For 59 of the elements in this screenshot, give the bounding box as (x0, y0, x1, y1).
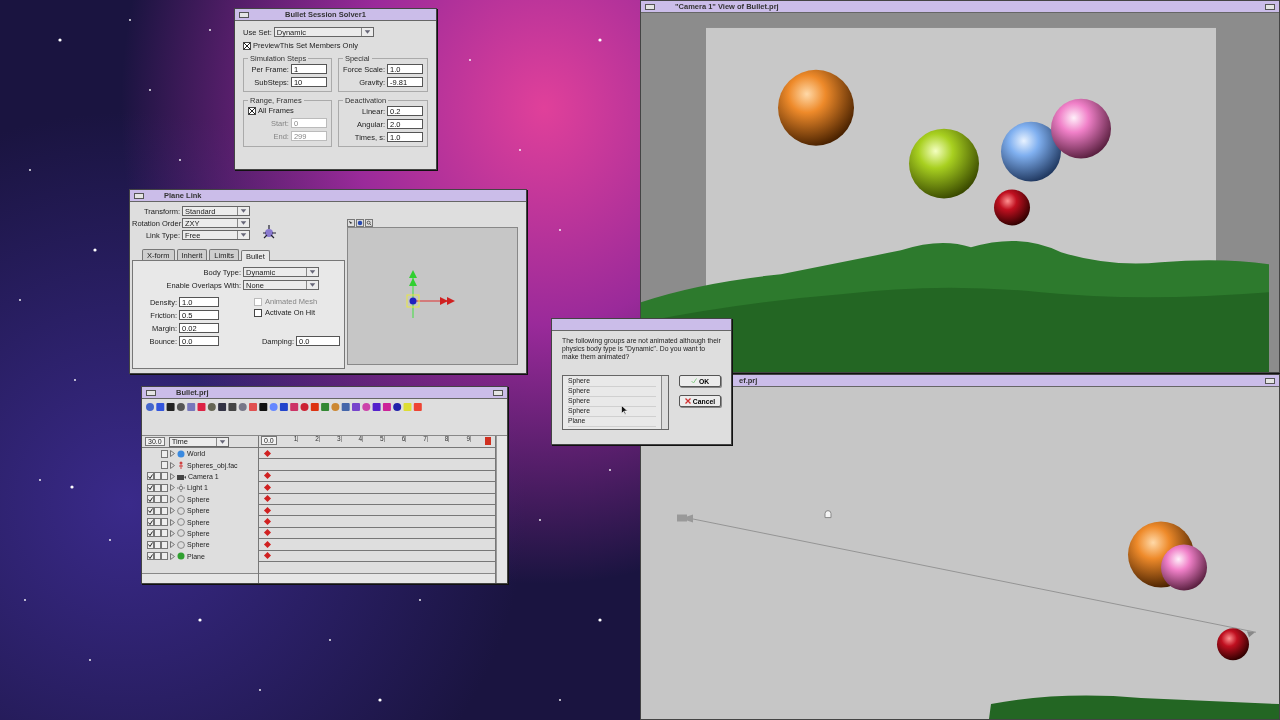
zoom-box-icon[interactable] (1265, 377, 1275, 384)
close-box-icon[interactable] (239, 11, 249, 18)
lock-box[interactable] (154, 495, 161, 504)
lock-box[interactable] (154, 483, 161, 492)
arrow-tool-icon[interactable] (347, 219, 355, 227)
caret-icon (360, 28, 373, 36)
light-bulb-icon (824, 510, 832, 519)
caret-icon (306, 281, 318, 289)
title-bar[interactable] (552, 319, 731, 331)
checkbox[interactable] (248, 106, 256, 115)
caret-icon (237, 219, 249, 227)
end-marker-icon[interactable] (483, 436, 494, 446)
lock-box[interactable] (154, 518, 161, 527)
lock-box[interactable] (154, 540, 161, 549)
sphere (909, 128, 979, 199)
globe-icon (177, 449, 185, 458)
caret-icon (237, 231, 249, 239)
visibility-box[interactable] (161, 506, 168, 515)
lock-box[interactable] (154, 529, 161, 538)
visibility-box[interactable] (161, 472, 168, 481)
scrollbar[interactable] (661, 376, 668, 429)
scrollbar[interactable] (142, 573, 258, 583)
zoom-box-icon[interactable] (1265, 3, 1275, 10)
checkbox[interactable] (243, 41, 251, 50)
visibility-box[interactable] (161, 461, 168, 470)
visibility-box[interactable] (161, 449, 168, 458)
lock-box[interactable] (154, 506, 161, 515)
cursor-icon (621, 405, 628, 415)
caret-icon (306, 268, 318, 276)
visibility-box[interactable] (161, 529, 168, 538)
close-box-icon[interactable] (134, 192, 144, 199)
caret-icon (237, 207, 249, 215)
arrow-icon (1247, 631, 1255, 638)
camera-icon (677, 514, 693, 523)
sphere (994, 189, 1030, 226)
lock-box[interactable] (154, 552, 161, 561)
visibility-box[interactable] (161, 483, 168, 492)
close-icon (684, 398, 691, 404)
close-box-icon[interactable] (146, 389, 156, 396)
figure-icon (177, 460, 185, 470)
scrollbar[interactable] (259, 573, 495, 583)
light-icon (177, 483, 185, 492)
camera-icon (177, 472, 186, 480)
zoom-box-icon[interactable] (493, 389, 503, 396)
sphere (1217, 628, 1249, 661)
close-box-icon[interactable] (645, 3, 655, 10)
sphere (1051, 98, 1111, 159)
visibility-box[interactable] (161, 540, 168, 549)
visibility-box[interactable] (161, 495, 168, 504)
scrollbar[interactable] (496, 436, 507, 583)
checkbox[interactable] (254, 308, 262, 317)
visibility-box[interactable] (161, 552, 168, 561)
caret-icon (215, 437, 228, 446)
lock-box[interactable] (154, 472, 161, 481)
check-icon (690, 378, 697, 384)
plane-icon (177, 552, 185, 561)
figure-icon (260, 224, 278, 240)
visibility-box[interactable] (161, 518, 168, 527)
sphere (1001, 121, 1061, 182)
